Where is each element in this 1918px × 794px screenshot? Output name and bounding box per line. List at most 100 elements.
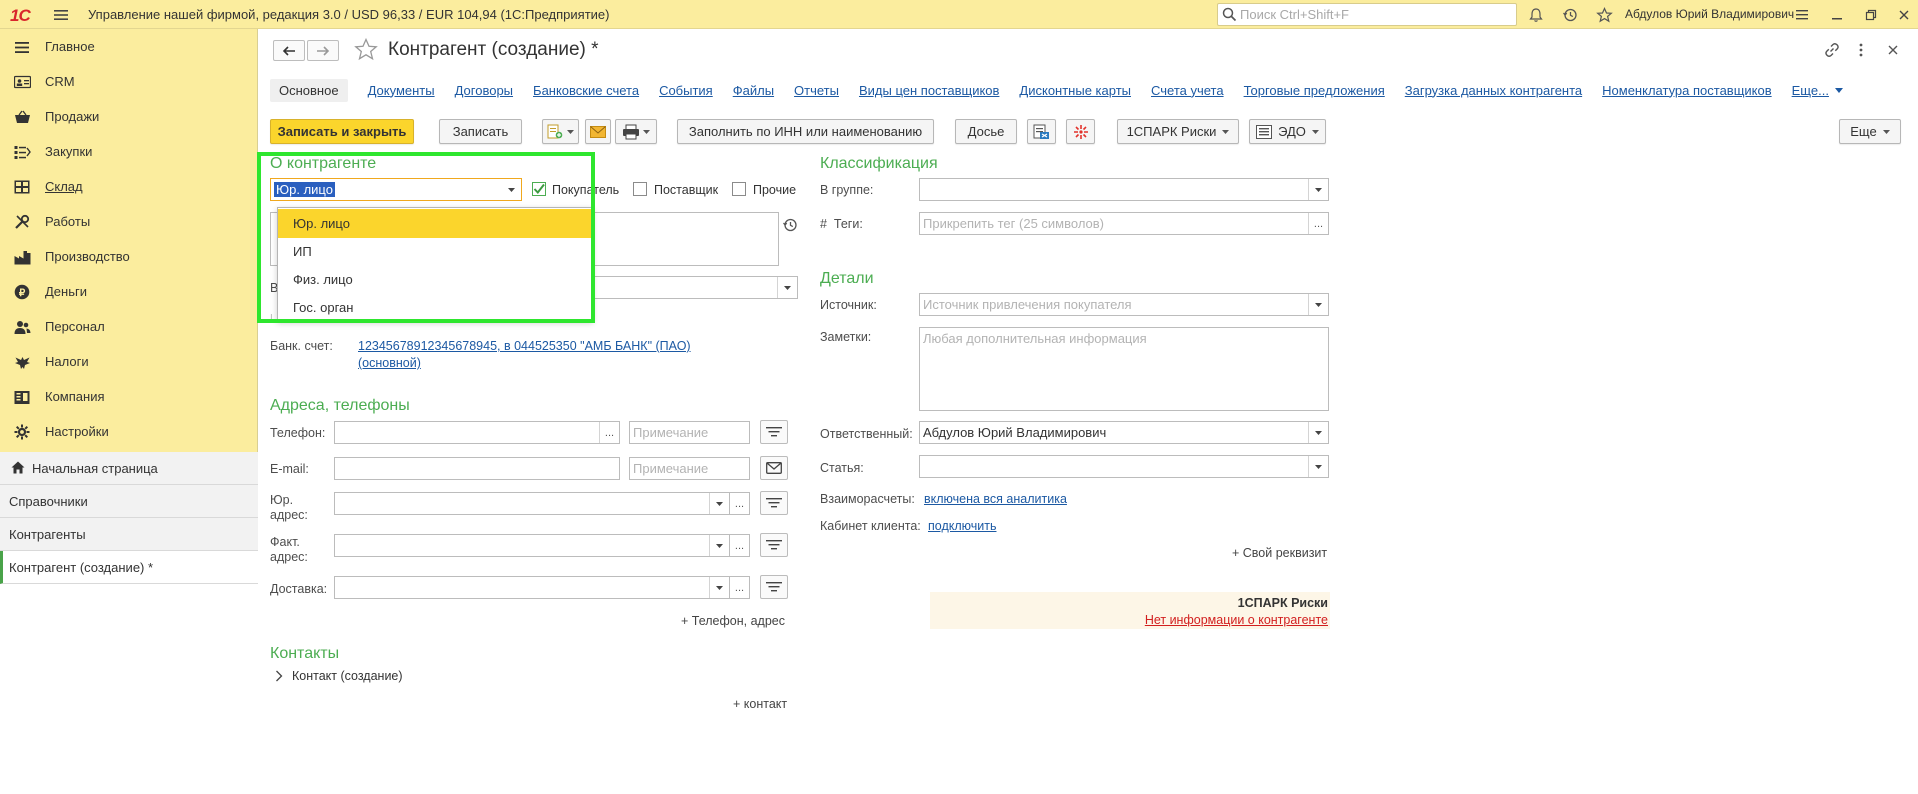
send-email-button[interactable] bbox=[760, 456, 788, 480]
bank-account-link[interactable]: 12345678912345678945, в 044525350 "АМБ Б… bbox=[358, 339, 691, 353]
excel-export-button[interactable] bbox=[1027, 119, 1056, 144]
history-field-icon[interactable] bbox=[778, 213, 802, 236]
chevron-down-icon[interactable] bbox=[1308, 294, 1328, 315]
open-window-catalogs[interactable]: Справочники bbox=[0, 485, 258, 518]
add-custom-field-link[interactable]: + Свой реквизит bbox=[1232, 546, 1327, 560]
sidebar-item-settings[interactable]: Настройки bbox=[0, 414, 258, 449]
more-actions-button[interactable]: Еще bbox=[1839, 119, 1901, 144]
settings-menu-icon[interactable] bbox=[1791, 4, 1813, 26]
tab-discount-cards[interactable]: Дисконтные карты bbox=[1019, 83, 1131, 98]
source-field[interactable]: Источник привлечения покупателя bbox=[919, 293, 1329, 316]
phone-options-button[interactable] bbox=[760, 420, 788, 444]
fact-address-ellipsis[interactable]: ... bbox=[729, 534, 750, 557]
save-button[interactable]: Записать bbox=[439, 119, 522, 144]
notes-textarea[interactable]: Любая дополнительная информация bbox=[919, 327, 1329, 411]
chevron-down-icon[interactable] bbox=[1308, 456, 1328, 477]
spark-no-info-link[interactable]: Нет информации о контрагенте bbox=[1145, 613, 1328, 627]
delivery-address-field[interactable] bbox=[334, 576, 730, 599]
open-window-home[interactable]: Начальная страница bbox=[0, 452, 258, 485]
favorites-star-icon[interactable] bbox=[1593, 4, 1615, 26]
tab-contracts[interactable]: Договоры bbox=[455, 83, 513, 98]
link-icon[interactable] bbox=[1824, 42, 1840, 58]
group-field[interactable] bbox=[919, 178, 1329, 201]
delivery-options-button[interactable] bbox=[760, 575, 788, 599]
hamburger-menu-icon[interactable] bbox=[50, 4, 72, 26]
bank-account-main-link[interactable]: (основной) bbox=[358, 356, 421, 370]
legal-address-options-button[interactable] bbox=[760, 491, 788, 515]
chevron-right-icon[interactable] bbox=[275, 670, 283, 682]
sidebar-item-purchases[interactable]: Закупки bbox=[0, 134, 258, 169]
create-based-on-button[interactable] bbox=[542, 119, 579, 144]
tab-trade-offers[interactable]: Торговые предложения bbox=[1244, 83, 1385, 98]
back-button[interactable] bbox=[273, 40, 305, 61]
current-user[interactable]: Абдулов Юрий Владимирович bbox=[1625, 7, 1794, 21]
restore-icon[interactable] bbox=[1860, 4, 1882, 26]
sidebar-item-main[interactable]: Главное bbox=[0, 29, 258, 64]
settlements-link[interactable]: включена вся аналитика bbox=[924, 492, 1067, 506]
tab-more[interactable]: Еще... bbox=[1792, 83, 1829, 98]
tab-supplier-price-types[interactable]: Виды цен поставщиков bbox=[859, 83, 999, 98]
fact-address-options-button[interactable] bbox=[760, 533, 788, 557]
sidebar-item-company[interactable]: Компания bbox=[0, 379, 258, 414]
fill-by-inn-button[interactable]: Заполнить по ИНН или наименованию bbox=[677, 119, 934, 144]
close-form-icon[interactable] bbox=[1887, 44, 1899, 56]
app-logo[interactable]: 1С bbox=[10, 6, 31, 26]
chevron-down-icon[interactable] bbox=[709, 577, 729, 598]
dossier-button[interactable]: Досье bbox=[955, 119, 1017, 144]
sidebar-item-production[interactable]: Производство bbox=[0, 239, 258, 274]
sidebar-item-money[interactable]: ₽ Деньги bbox=[0, 274, 258, 309]
tab-events[interactable]: События bbox=[659, 83, 713, 98]
chevron-down-icon[interactable] bbox=[1308, 422, 1328, 443]
delivery-address-ellipsis[interactable]: ... bbox=[729, 576, 750, 599]
more-vertical-icon[interactable] bbox=[1858, 42, 1864, 58]
chevron-down-icon[interactable] bbox=[709, 493, 729, 514]
email-field[interactable] bbox=[334, 457, 620, 480]
sidebar-item-taxes[interactable]: Налоги bbox=[0, 344, 258, 379]
tab-reports[interactable]: Отчеты bbox=[794, 83, 839, 98]
email-button[interactable] bbox=[585, 119, 611, 144]
ellipsis-icon[interactable]: ... bbox=[1308, 213, 1328, 234]
edo-button[interactable]: ЭДО bbox=[1249, 119, 1326, 144]
legal-address-field[interactable] bbox=[334, 492, 730, 515]
ellipsis-icon[interactable]: ... bbox=[599, 422, 619, 443]
sidebar-item-crm[interactable]: CRM bbox=[0, 64, 258, 99]
minimize-icon[interactable] bbox=[1826, 4, 1848, 26]
sidebar-item-warehouse[interactable]: Склад bbox=[0, 169, 258, 204]
tab-files[interactable]: Файлы bbox=[733, 83, 774, 98]
global-search-input[interactable]: Поиск Ctrl+Shift+F bbox=[1217, 3, 1517, 26]
legal-address-ellipsis[interactable]: ... bbox=[729, 492, 750, 515]
tab-accounts[interactable]: Счета учета bbox=[1151, 83, 1224, 98]
history-icon[interactable] bbox=[1559, 4, 1581, 26]
email-note-field[interactable]: Примечание bbox=[629, 457, 750, 480]
print-button[interactable] bbox=[615, 119, 657, 144]
close-window-icon[interactable] bbox=[1893, 4, 1915, 26]
fact-address-field[interactable] bbox=[334, 534, 730, 557]
bell-icon[interactable] bbox=[1525, 4, 1547, 26]
phone-field[interactable]: ... bbox=[334, 421, 620, 444]
chevron-down-icon[interactable] bbox=[1308, 179, 1328, 200]
favorite-star-icon[interactable] bbox=[354, 38, 378, 61]
tab-more-arrow-icon[interactable] bbox=[1834, 87, 1843, 93]
supplier-checkbox[interactable] bbox=[633, 182, 647, 196]
chevron-down-icon[interactable] bbox=[777, 277, 797, 298]
tab-supplier-nomenclature[interactable]: Номенклатура поставщиков bbox=[1602, 83, 1772, 98]
client-cabinet-connect-link[interactable]: подключить bbox=[928, 519, 996, 533]
tags-field[interactable]: Прикрепить тег (25 символов) ... bbox=[919, 212, 1329, 235]
save-and-close-button[interactable]: Записать и закрыть bbox=[270, 119, 414, 144]
chevron-down-icon[interactable] bbox=[709, 535, 729, 556]
tab-main[interactable]: Основное bbox=[270, 78, 348, 102]
sidebar-item-sales[interactable]: Продажи bbox=[0, 99, 258, 134]
phone-note-field[interactable]: Примечание bbox=[629, 421, 750, 444]
sidebar-item-works[interactable]: Работы bbox=[0, 204, 258, 239]
tab-documents[interactable]: Документы bbox=[368, 83, 435, 98]
sidebar-item-personnel[interactable]: Персонал bbox=[0, 309, 258, 344]
add-phone-address-link[interactable]: + Телефон, адрес bbox=[681, 614, 785, 628]
article-field[interactable] bbox=[919, 455, 1329, 478]
forward-button[interactable] bbox=[307, 40, 339, 61]
open-window-counterparty-new[interactable]: Контрагент (создание) * bbox=[0, 551, 258, 584]
spark-risks-button[interactable]: 1СПАРК Риски bbox=[1117, 119, 1239, 144]
contact-item[interactable]: Контакт (создание) bbox=[292, 669, 403, 683]
add-contact-link[interactable]: + контакт bbox=[733, 697, 787, 711]
tab-data-import[interactable]: Загрузка данных контрагента bbox=[1405, 83, 1582, 98]
other-checkbox[interactable] bbox=[732, 182, 746, 196]
